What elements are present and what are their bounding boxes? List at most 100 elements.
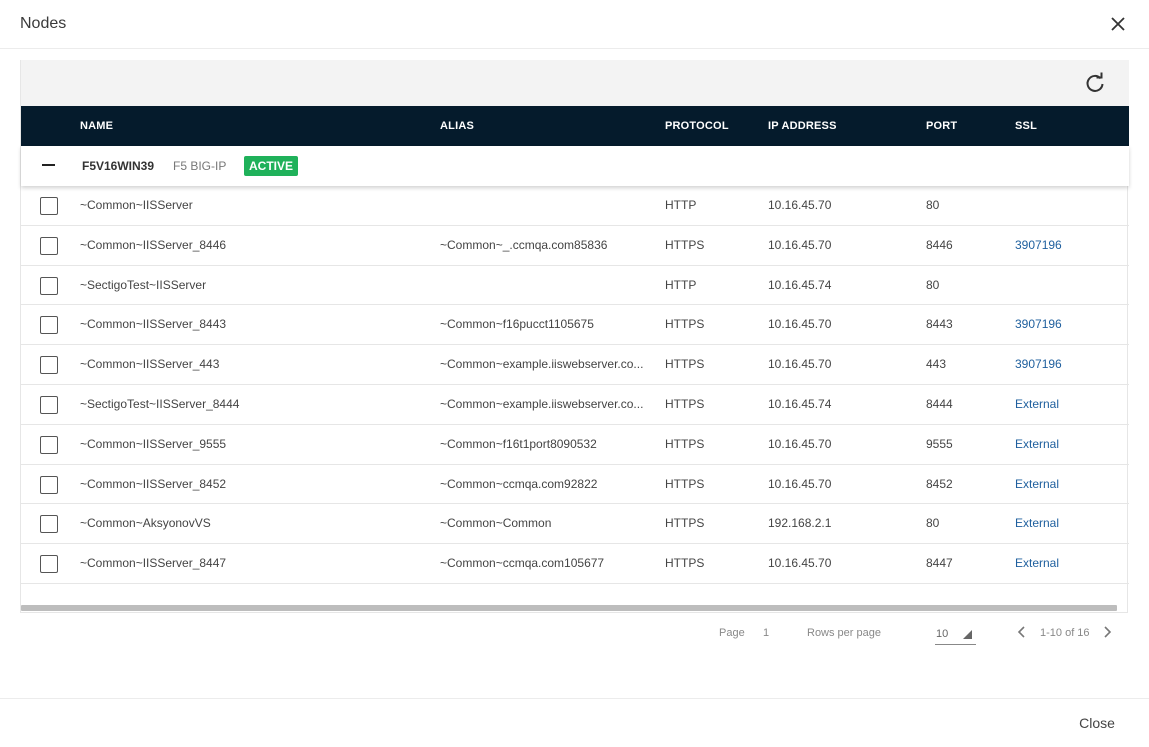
cell-port: 80 — [926, 516, 940, 531]
cell-port: 8452 — [926, 476, 953, 491]
cell-port: 8443 — [926, 317, 953, 332]
column-header-ssl[interactable]: SSL — [1015, 106, 1037, 146]
cell-name: ~SectigoTest~IISServer — [80, 277, 207, 292]
ssl-link[interactable]: External — [1015, 504, 1115, 543]
cell-ip-address: 10.16.45.70 — [768, 476, 832, 491]
cell-alias: ~Common~ccmqa.com105677 — [440, 556, 605, 571]
cell-ip-address: 10.16.45.74 — [768, 277, 832, 292]
rows-per-page-select[interactable]: 10 — [935, 626, 976, 645]
row-checkbox[interactable] — [40, 236, 58, 255]
chevron-right-icon[interactable] — [1099, 624, 1115, 640]
row-checkbox[interactable] — [40, 276, 58, 295]
cell-port: 80 — [926, 277, 940, 292]
dialog-header: Nodes — [0, 0, 1149, 49]
close-button[interactable]: Close — [1067, 707, 1127, 739]
dialog-footer — [0, 698, 1149, 747]
row-checkbox[interactable] — [40, 316, 58, 335]
grid-toolbar — [21, 60, 1129, 106]
row-checkbox[interactable] — [40, 356, 58, 375]
nodes-grid: NAME ALIAS PROTOCOL IP ADDRESS PORT SSL … — [20, 60, 1129, 613]
minus-icon[interactable] — [42, 164, 55, 166]
row-checkbox[interactable] — [40, 475, 58, 494]
page-number: 1 — [763, 627, 770, 639]
cell-ip-address: 10.16.45.74 — [768, 396, 832, 411]
cell-alias: ~Common~ccmqa.com92822 — [440, 476, 598, 491]
refresh-icon[interactable] — [1083, 71, 1107, 95]
column-header-name[interactable]: NAME — [80, 106, 113, 146]
cell-port: 9555 — [926, 436, 953, 451]
column-header-alias[interactable]: ALIAS — [440, 106, 474, 146]
ssl-link[interactable]: 3907196 — [1015, 305, 1115, 344]
group-name: F5V16WIN39 — [82, 159, 155, 173]
cell-ip-address: 10.16.45.70 — [768, 237, 832, 252]
page-label: Page — [719, 627, 745, 639]
cell-name: ~Common~IISServer_8447 — [80, 556, 227, 571]
cell-protocol: HTTP — [665, 198, 697, 212]
cell-protocol: HTTPS — [665, 317, 705, 332]
table-row[interactable]: ~SectigoTest~IISServer HTTP 10.16.45.74 80 — [21, 266, 1129, 306]
cell-port: 443 — [926, 357, 947, 372]
rows-per-page-value: 10 — [936, 628, 949, 640]
horizontal-scrollbar[interactable] — [21, 605, 1117, 611]
ssl-link[interactable]: External — [1015, 385, 1115, 424]
ssl-link[interactable]: External — [1015, 425, 1115, 464]
table-row[interactable]: ~Common~IISServer HTTP 10.16.45.70 80 — [21, 186, 1129, 226]
cell-alias: ~Common~example.iiswebserver.co... — [440, 396, 644, 411]
ssl-link[interactable]: External — [1015, 544, 1115, 583]
table-row[interactable]: ~Common~IISServer_8443 ~Common~f16pucct11… — [21, 305, 1129, 346]
cell-protocol: HTTPS — [665, 396, 705, 411]
cell-protocol: HTTP — [665, 277, 697, 292]
dialog-title: Nodes — [20, 15, 67, 32]
row-checkbox[interactable] — [40, 515, 58, 534]
table-row[interactable]: ~Common~AksyonovVS ~Common~Common HTTPS 192… — [21, 504, 1129, 545]
cell-name: ~Common~IISServer_8446 — [80, 237, 227, 252]
table-header: NAME ALIAS PROTOCOL IP ADDRESS PORT SSL — [21, 106, 1129, 146]
cell-protocol: HTTPS — [665, 237, 705, 252]
cell-ip-address: 10.16.45.70 — [768, 317, 832, 332]
cell-alias: ~Common~Common — [440, 516, 552, 531]
cell-protocol: HTTPS — [665, 556, 705, 571]
close-icon[interactable] — [1106, 12, 1130, 36]
table-row[interactable]: ~Common~IISServer_8452 ~Common~ccmqa.com9… — [21, 465, 1129, 505]
cell-name: ~SectigoTest~IISServer_8444 — [80, 396, 240, 411]
page-range: 1-10 of 16 — [1040, 627, 1090, 639]
row-checkbox[interactable] — [40, 197, 58, 215]
chevron-left-icon[interactable] — [1014, 624, 1030, 640]
cell-ip-address: 192.168.2.1 — [768, 516, 832, 531]
row-checkbox[interactable] — [40, 435, 58, 454]
cell-alias: ~Common~_.ccmqa.com85836 — [440, 237, 608, 252]
column-header-ip-address[interactable]: IP ADDRESS — [768, 106, 837, 146]
cell-name: ~Common~IISServer — [80, 198, 193, 212]
rows-per-page-label: Rows per page — [807, 627, 881, 639]
cell-ip-address: 10.16.45.70 — [768, 556, 832, 571]
cell-protocol: HTTPS — [665, 436, 705, 451]
row-checkbox[interactable] — [40, 555, 58, 574]
cell-port: 8446 — [926, 237, 953, 252]
cell-port: 8447 — [926, 556, 953, 571]
row-checkbox[interactable] — [40, 395, 58, 414]
cell-protocol: HTTPS — [665, 476, 705, 491]
cell-ip-address: 10.16.45.70 — [768, 357, 832, 372]
cell-port: 8444 — [926, 396, 953, 411]
cell-ip-address: 10.16.45.70 — [768, 436, 832, 451]
column-header-protocol[interactable]: PROTOCOL — [665, 106, 729, 146]
cell-name: ~Common~IISServer_8443 — [80, 317, 227, 332]
cell-protocol: HTTPS — [665, 357, 705, 372]
column-header-port[interactable]: PORT — [926, 106, 957, 146]
table-row[interactable]: ~Common~IISServer_9555 ~Common~f16t1port8… — [21, 425, 1129, 465]
cell-name: ~Common~IISServer_8452 — [80, 476, 227, 491]
cell-name: ~Common~IISServer_9555 — [80, 436, 227, 451]
table-row[interactable]: ~Common~IISServer_8446 ~Common~_.ccmqa.co… — [21, 226, 1129, 266]
cell-ip-address: 10.16.45.70 — [768, 198, 832, 212]
cell-port: 80 — [926, 198, 940, 212]
group-row: F5V16WIN39 F5 BIG-IP ACTIVE — [21, 146, 1129, 186]
table-row[interactable]: ~Common~IISServer_443 ~Common~example.iis… — [21, 345, 1129, 385]
table-row[interactable]: ~Common~IISServer_8447 ~Common~ccmqa.com1… — [21, 544, 1129, 584]
ssl-link[interactable]: External — [1015, 465, 1115, 504]
table-row[interactable]: ~SectigoTest~IISServer_8444 ~Common~examp… — [21, 385, 1129, 425]
group-type: F5 BIG-IP — [173, 159, 227, 173]
ssl-link[interactable]: 3907196 — [1015, 226, 1115, 265]
cell-name: ~Common~IISServer_443 — [80, 357, 220, 372]
ssl-link[interactable]: 3907196 — [1015, 345, 1115, 384]
cell-protocol: HTTPS — [665, 516, 705, 531]
